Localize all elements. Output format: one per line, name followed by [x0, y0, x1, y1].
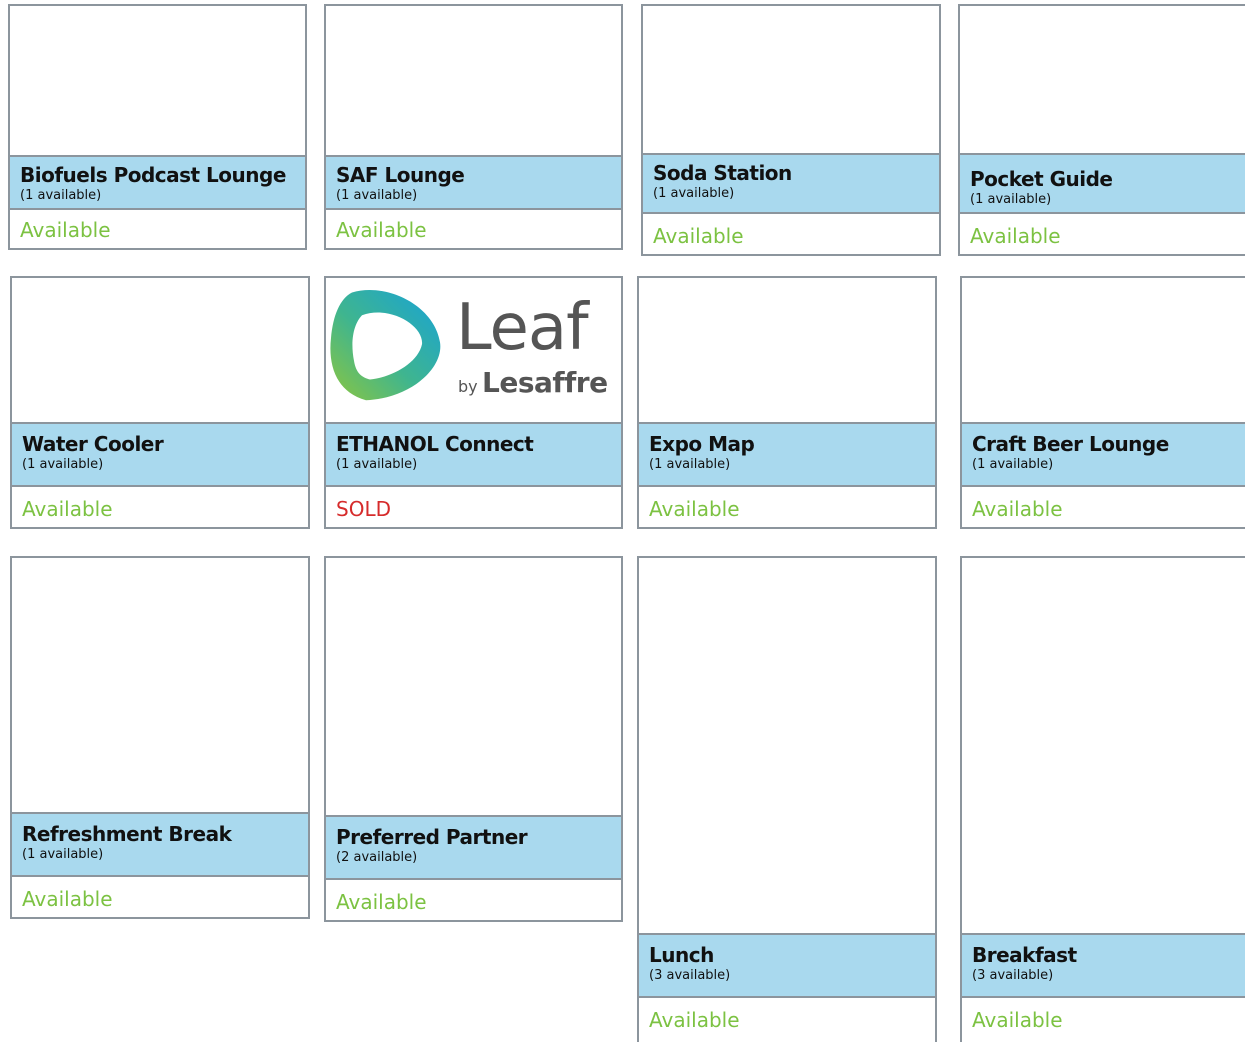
logo-text-main: Leaf [456, 291, 589, 365]
card-status: SOLD [336, 497, 391, 521]
sponsorship-card[interactable]: SAF Lounge (1 available) Available [324, 4, 623, 250]
card-image [326, 558, 621, 815]
card-title-bar: Pocket Guide (1 available) [960, 153, 1245, 214]
card-image [12, 558, 308, 812]
sponsorship-card[interactable]: Refreshment Break (1 available) Availabl… [10, 556, 310, 919]
sponsorship-card[interactable]: Preferred Partner (2 available) Availabl… [324, 556, 623, 922]
card-title-bar: Soda Station (1 available) [643, 153, 939, 214]
card-quantity: (1 available) [336, 188, 418, 203]
card-title: SAF Lounge [336, 163, 465, 187]
card-title-bar: Craft Beer Lounge (1 available) [962, 422, 1245, 487]
card-quantity: (2 available) [336, 850, 418, 865]
card-status: Available [20, 218, 111, 242]
sponsorship-card[interactable]: Leaf by Lesaffre ETHANOL Connect (1 avai… [324, 276, 623, 529]
card-image [639, 278, 935, 422]
sponsorship-card[interactable]: Craft Beer Lounge (1 available) Availabl… [960, 276, 1245, 529]
logo-text-by: by [458, 377, 478, 396]
card-title-bar: Expo Map (1 available) [639, 422, 935, 487]
card-quantity: (1 available) [653, 186, 735, 201]
card-quantity: (1 available) [970, 192, 1052, 207]
card-title: Craft Beer Lounge [972, 432, 1169, 456]
card-title: Breakfast [972, 943, 1077, 967]
card-status: Available [972, 1008, 1063, 1032]
card-status: Available [22, 887, 113, 911]
card-title: ETHANOL Connect [336, 432, 534, 456]
card-status: Available [649, 497, 740, 521]
card-title-bar: Refreshment Break (1 available) [12, 812, 308, 877]
card-image [643, 6, 939, 153]
card-title-bar: Breakfast (3 available) [962, 933, 1245, 998]
card-title: Preferred Partner [336, 825, 528, 849]
card-status: Available [336, 218, 427, 242]
card-image [10, 6, 305, 155]
sponsorship-card[interactable]: Breakfast (3 available) Available [960, 556, 1245, 1042]
card-title: Refreshment Break [22, 822, 232, 846]
card-title-bar: Preferred Partner (2 available) [326, 815, 621, 880]
card-title: Expo Map [649, 432, 755, 456]
card-status: Available [649, 1008, 740, 1032]
card-quantity: (1 available) [22, 457, 104, 472]
card-quantity: (3 available) [649, 968, 731, 983]
card-title-bar: Water Cooler (1 available) [12, 422, 308, 487]
sponsorship-card[interactable]: Pocket Guide (1 available) Available [958, 4, 1245, 256]
sponsorship-card[interactable]: Biofuels Podcast Lounge (1 available) Av… [8, 4, 307, 250]
card-image: Leaf by Lesaffre [326, 278, 621, 422]
sponsorship-card[interactable]: Lunch (3 available) Available [637, 556, 937, 1042]
card-image [326, 6, 621, 155]
card-title: Pocket Guide [970, 167, 1113, 191]
card-title-bar: SAF Lounge (1 available) [326, 155, 621, 210]
sponsorship-card[interactable]: Water Cooler (1 available) Available [10, 276, 310, 529]
card-title-bar: Lunch (3 available) [639, 933, 935, 998]
card-quantity: (1 available) [20, 188, 102, 203]
card-quantity: (1 available) [972, 457, 1054, 472]
card-image [12, 278, 308, 422]
card-status: Available [336, 890, 427, 914]
card-status: Available [22, 497, 113, 521]
card-image [962, 278, 1245, 422]
card-image [639, 558, 935, 933]
card-quantity: (1 available) [649, 457, 731, 472]
card-quantity: (3 available) [972, 968, 1054, 983]
card-status: Available [972, 497, 1063, 521]
card-title: Lunch [649, 943, 714, 967]
logo-text-brand: Lesaffre [482, 366, 608, 399]
card-title: Water Cooler [22, 432, 164, 456]
card-title-bar: ETHANOL Connect (1 available) [326, 422, 621, 487]
card-title: Soda Station [653, 161, 792, 185]
card-image [960, 6, 1245, 153]
card-quantity: (1 available) [22, 847, 104, 862]
sponsorship-card[interactable]: Soda Station (1 available) Available [641, 4, 941, 256]
card-status: Available [970, 224, 1061, 248]
card-title-bar: Biofuels Podcast Lounge (1 available) [10, 155, 305, 210]
card-status: Available [653, 224, 744, 248]
sponsorship-card[interactable]: Expo Map (1 available) Available [637, 276, 937, 529]
card-image [962, 558, 1245, 933]
sponsorship-grid: Biofuels Podcast Lounge (1 available) Av… [0, 0, 1245, 1042]
card-title: Biofuels Podcast Lounge [20, 163, 286, 187]
card-quantity: (1 available) [336, 457, 418, 472]
